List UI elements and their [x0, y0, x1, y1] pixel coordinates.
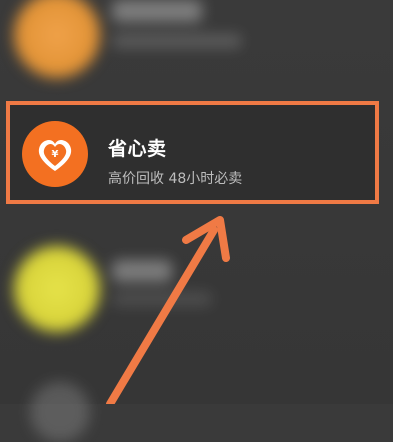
app-name[interactable]: 省心卖	[108, 134, 167, 161]
blurred-list-item	[0, 238, 393, 338]
app-icon[interactable]: ¥	[22, 121, 88, 187]
heart-yen-icon: ¥	[38, 140, 72, 171]
blurred-app-icon	[30, 382, 90, 442]
blurred-app-icon	[14, 246, 100, 332]
blurred-app-description	[112, 34, 242, 48]
blurred-list-item	[0, 376, 393, 442]
app-list-screen: ¥ 省心卖 高价回收 48小时必卖	[0, 0, 393, 442]
blurred-app-name	[112, 260, 172, 282]
blurred-app-description	[112, 292, 212, 306]
blurred-list-item	[0, 0, 393, 92]
svg-text:¥: ¥	[52, 149, 59, 160]
blurred-app-icon	[14, 0, 100, 78]
app-description: 高价回收 48小时必卖	[108, 171, 243, 187]
blurred-app-name	[112, 0, 202, 22]
